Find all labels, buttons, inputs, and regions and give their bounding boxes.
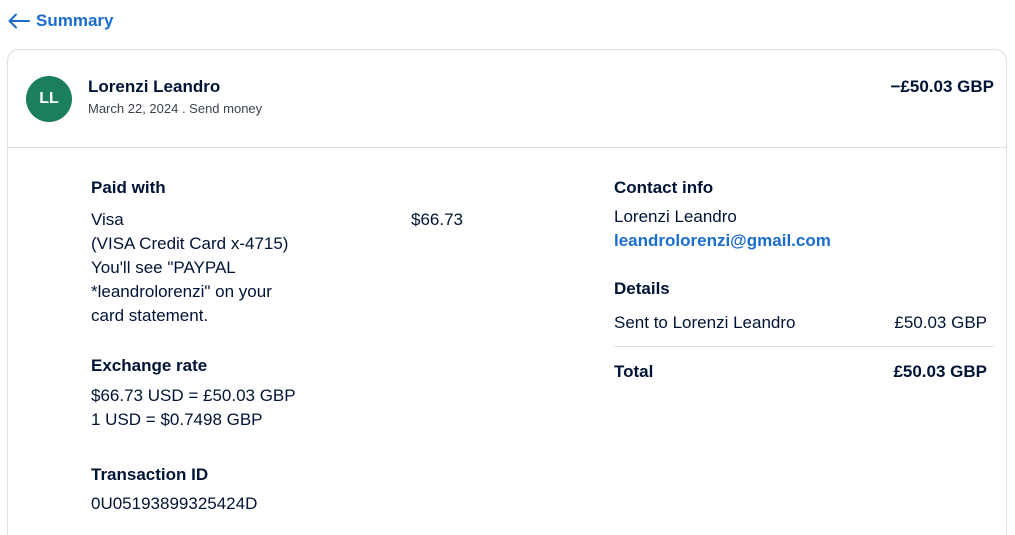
paid-with-line-3: You'll see "PAYPAL [91, 258, 236, 277]
sent-to-amount: £50.03 GBP [894, 313, 987, 332]
total-amount: £50.03 GBP [893, 362, 987, 381]
back-link-label: Summary [36, 11, 114, 30]
back-to-summary-link[interactable]: Summary [8, 9, 113, 33]
sent-to-label: Sent to Lorenzi Leandro [614, 313, 796, 332]
paid-with-heading: Paid with [91, 178, 166, 197]
transaction-date-type: March 22, 2024 . Send money [88, 101, 263, 116]
paid-with-amount: $66.73 [411, 210, 463, 229]
paid-with-line-4: *leandrolorenzi" on your [91, 282, 272, 301]
exchange-rate-line-2: 1 USD = $0.7498 GBP [91, 410, 263, 429]
transaction-id-value: 0U05193899325424D [91, 494, 258, 513]
paid-with-line-5: card statement. [91, 306, 209, 325]
contact-email-link[interactable]: leandrolorenzi@gmail.com [614, 231, 831, 251]
paid-with-line-1: Visa [91, 210, 124, 229]
exchange-rate-line-1: $66.73 USD = £50.03 GBP [91, 386, 296, 405]
recipient-name: Lorenzi Leandro [88, 77, 221, 96]
details-heading: Details [614, 279, 670, 298]
avatar: LL [26, 76, 72, 122]
paid-with-line-2: (VISA Credit Card x-4715) [91, 234, 289, 253]
transaction-amount: −£50.03 GBP [890, 77, 995, 96]
exchange-rate-heading: Exchange rate [91, 356, 208, 375]
contact-name: Lorenzi Leandro [614, 207, 737, 226]
transaction-card: LL Lorenzi Leandro March 22, 2024 . Send… [7, 49, 1007, 535]
transaction-id-heading: Transaction ID [91, 465, 209, 484]
contact-info-heading: Contact info [614, 178, 714, 197]
transaction-header: LL Lorenzi Leandro March 22, 2024 . Send… [8, 50, 1006, 148]
arrow-left-icon [8, 13, 30, 29]
details-divider [614, 346, 994, 347]
total-label: Total [614, 362, 654, 381]
